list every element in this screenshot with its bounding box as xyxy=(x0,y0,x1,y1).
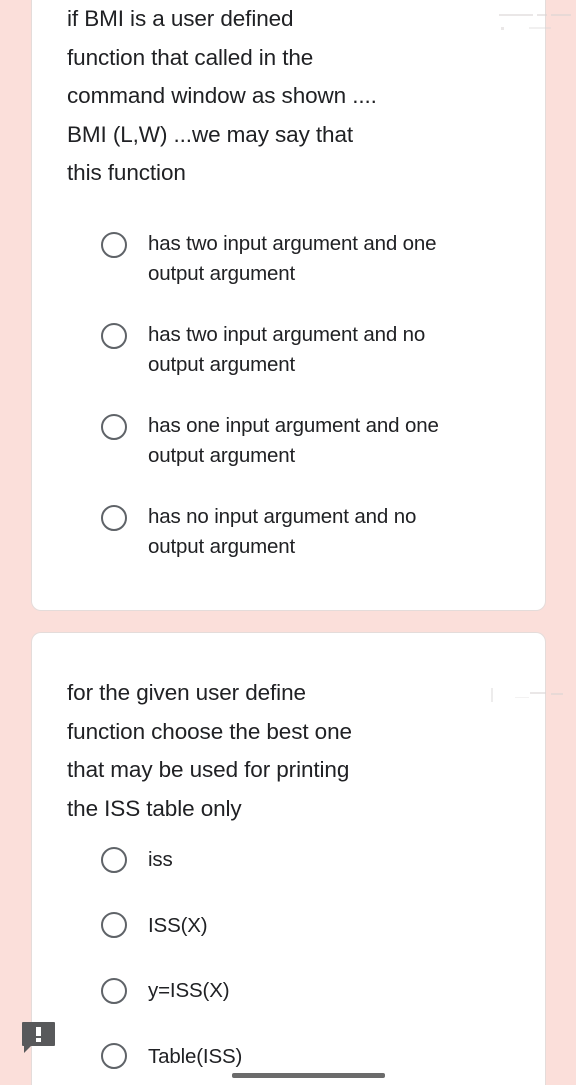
option-row[interactable]: has one input argument and one output ar… xyxy=(32,410,545,470)
question-block-1: if BMI is a user defined function that c… xyxy=(67,0,571,193)
exclamation-dot xyxy=(36,1038,41,1042)
question-title-1: if BMI is a user defined function that c… xyxy=(67,6,377,185)
faded-artifact-icon xyxy=(485,686,576,712)
option-row[interactable]: y=ISS(X) xyxy=(32,976,545,1006)
option-label[interactable]: y=ISS(X) xyxy=(148,976,230,1006)
option-label[interactable]: has no input argument and no output argu… xyxy=(148,501,416,561)
option-label[interactable]: Table(ISS) xyxy=(148,1042,242,1072)
option-label[interactable]: ISS(X) xyxy=(148,911,208,941)
question-card-1: if BMI is a user defined function that c… xyxy=(31,0,571,611)
question-block-2: for the given user define function choos… xyxy=(67,674,563,828)
radio-button-icon[interactable] xyxy=(101,323,127,349)
question-title-2: for the given user define function choos… xyxy=(67,680,352,821)
radio-button-icon[interactable] xyxy=(101,846,127,873)
radio-button-icon[interactable] xyxy=(101,505,127,531)
radio-button-icon[interactable] xyxy=(101,977,127,1004)
option-row[interactable]: iss xyxy=(32,845,545,875)
options-group-2[interactable]: iss ISS(X) y=ISS(X) Table(ISS) xyxy=(32,845,545,1085)
option-row[interactable]: ISS(X) xyxy=(32,911,545,941)
radio-button-icon[interactable] xyxy=(101,912,127,939)
option-label[interactable]: iss xyxy=(148,845,173,875)
exclamation-stem xyxy=(36,1027,41,1036)
question-card-2: for the given user define function choos… xyxy=(31,632,563,1085)
option-label[interactable]: has one input argument and one output ar… xyxy=(148,410,439,470)
radio-button-icon[interactable] xyxy=(101,232,127,258)
option-label[interactable]: has two input argument and no output arg… xyxy=(148,319,425,379)
option-row[interactable]: has two input argument and one output ar… xyxy=(32,228,545,288)
option-label[interactable]: has two input argument and one output ar… xyxy=(148,228,437,288)
quiz-page: if BMI is a user defined function that c… xyxy=(0,0,576,1085)
horizontal-ink-line xyxy=(232,1073,385,1078)
radio-button-icon[interactable] xyxy=(101,1043,127,1070)
option-row[interactable]: Table(ISS) xyxy=(32,1042,545,1072)
options-group-1[interactable]: has two input argument and one output ar… xyxy=(32,228,545,592)
option-row[interactable]: has no input argument and no output argu… xyxy=(32,501,545,561)
option-row[interactable]: has two input argument and no output arg… xyxy=(32,319,545,379)
bubble-tail xyxy=(24,1045,32,1053)
faded-artifact-icon xyxy=(489,8,571,36)
comment-alert-icon[interactable] xyxy=(22,1022,55,1053)
radio-button-icon[interactable] xyxy=(101,414,127,440)
